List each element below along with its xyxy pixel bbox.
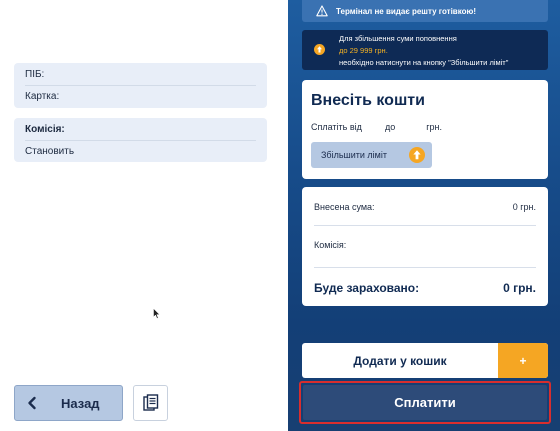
range-currency: грн. (426, 122, 442, 132)
divider (314, 267, 536, 268)
deposited-label: Внесена сума: (314, 202, 375, 212)
arrow-up-icon (314, 44, 325, 55)
limit-info-line1: Для збільшення суми поповнення (339, 34, 457, 43)
increase-limit-button[interactable]: Збільшити ліміт (311, 142, 432, 168)
total-value: 0 грн. (503, 281, 536, 295)
pay-button-label: Сплатити (303, 385, 547, 420)
commission-row: Комісія: (314, 240, 536, 250)
deposited-value: 0 грн. (512, 202, 536, 212)
divider (25, 85, 256, 86)
arrow-up-icon (409, 147, 425, 163)
deposit-title: Внесіть кошти (311, 92, 425, 109)
limit-info-banner: Для збільшення суми поповнення до 29 999… (302, 30, 548, 70)
add-to-cart-label: Додати у кошик (353, 353, 447, 368)
limit-info-line3: необхідно натиснути на кнопку "Збільшити… (339, 58, 509, 67)
add-to-cart-button[interactable]: Додати у кошик + (302, 343, 548, 378)
card-label: Картка: (25, 91, 60, 102)
plus-icon: + (498, 343, 548, 378)
divider (25, 140, 256, 141)
deposit-range: Сплатіть від до грн. (311, 122, 442, 132)
mouse-cursor-icon (153, 308, 160, 319)
payment-summary-card: Внесена сума: 0 грн. Комісія: Буде зарах… (302, 187, 548, 306)
left-panel: ПІБ: Картка: Комісія: Становить Назад (0, 0, 287, 431)
limit-info-amount: до 29 999 грн. (339, 46, 388, 55)
range-to-label: до (384, 122, 396, 132)
increase-limit-label: Збільшити ліміт (321, 150, 387, 160)
summary-commission-label: Комісія: (314, 240, 347, 250)
warning-icon (316, 5, 328, 17)
range-from-label: Сплатіть від (311, 122, 362, 132)
right-panel: Термінал не видає решту готівкою! Для зб… (288, 0, 560, 431)
deposit-card: Внесіть кошти Сплатіть від до грн. Збіль… (302, 80, 548, 179)
pay-button[interactable]: Сплатити (299, 381, 551, 424)
total-row: Буде зараховано: 0 грн. (314, 281, 536, 295)
no-change-warning: Термінал не видає решту готівкою! (302, 0, 548, 22)
back-button[interactable]: Назад (14, 385, 123, 421)
back-button-label: Назад (61, 395, 100, 411)
warning-text: Термінал не видає решту готівкою! (336, 6, 476, 16)
copy-icon (142, 394, 158, 411)
chevron-left-icon (15, 386, 49, 420)
commission-value: Становить (25, 146, 75, 157)
name-label: ПІБ: (25, 69, 45, 80)
deposited-row: Внесена сума: 0 грн. (314, 202, 536, 212)
recipient-card: ПІБ: Картка: (14, 63, 267, 108)
total-label: Буде зараховано: (314, 281, 420, 295)
divider (314, 225, 536, 226)
copy-button[interactable] (133, 385, 168, 421)
commission-label: Комісія: (25, 124, 65, 135)
commission-card: Комісія: Становить (14, 118, 267, 162)
